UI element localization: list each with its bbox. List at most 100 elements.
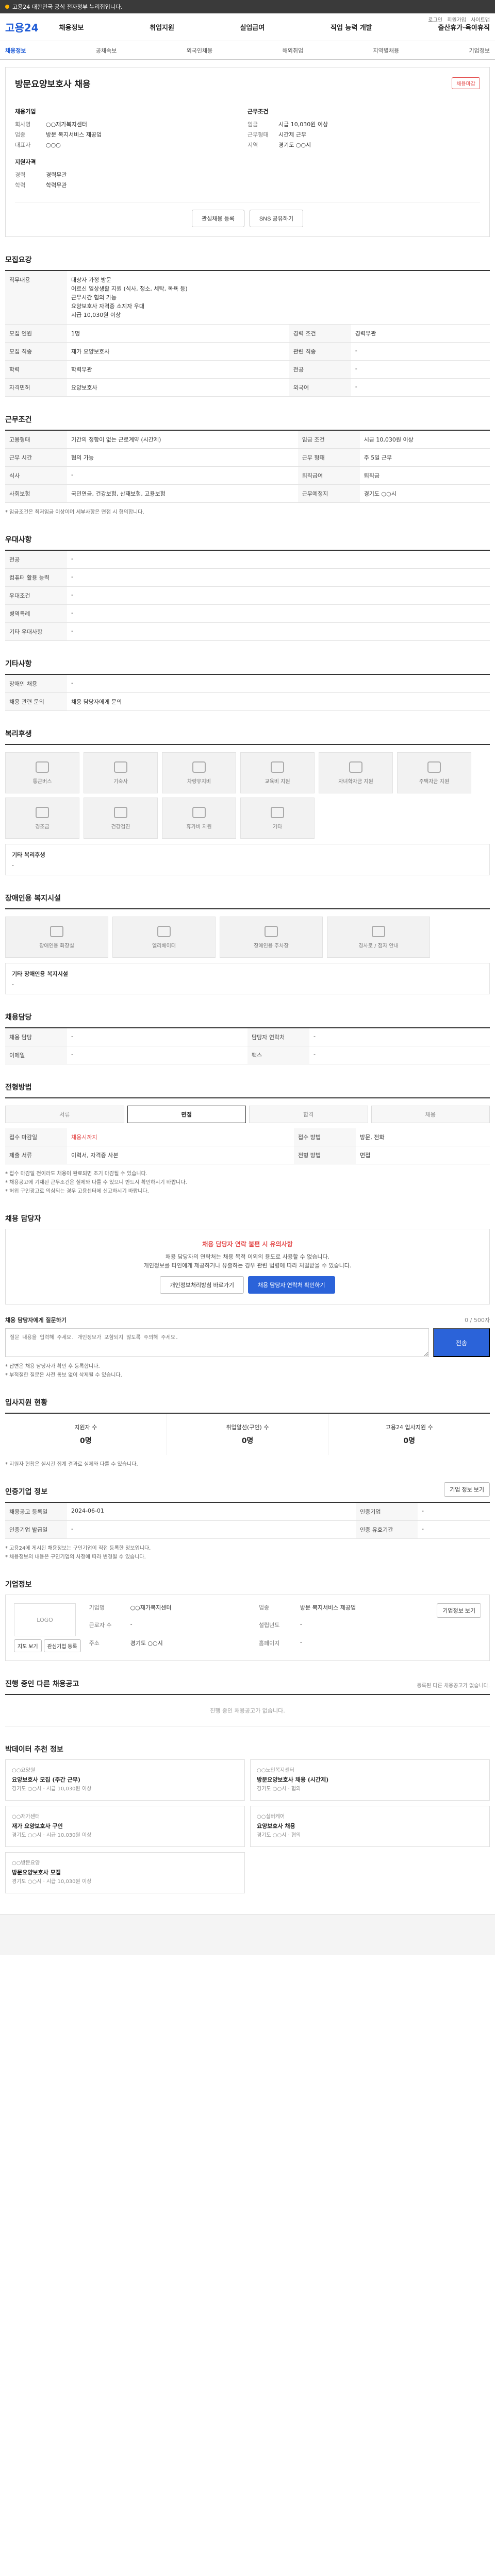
tile-label: 교육비 지원 <box>265 778 290 785</box>
nav-item-training[interactable]: 직업 능력 개발 <box>331 22 372 32</box>
recommend-card[interactable]: ○○재가센터 재가 요양보호사 구인 경기도 ○○시 · 시급 10,030원 이상 <box>5 1806 245 1847</box>
main-nav: 채용정보 취업지원 실업급여 직업 능력 개발 출산휴가·육아휴직 <box>59 22 490 32</box>
rec-company: ○○요양원 <box>12 1768 36 1773</box>
company-fields: 기업명 ○○재가복지센터 업종 방문 복지서비스 제공업 근로자 수- 설립년도 - … <box>89 1603 429 1652</box>
row-key: 근무예정지 <box>298 484 360 503</box>
rec-company: ○○실버케어 <box>257 1814 285 1820</box>
row-key: 접수 마감일 <box>5 1128 67 1146</box>
inquiry-send-button[interactable]: 전송 <box>433 1328 490 1357</box>
row-value: - <box>67 674 490 693</box>
row-value: - <box>351 342 490 361</box>
section-title-company: 기업정보 <box>5 1581 32 1589</box>
row-value: 채용시까지 <box>67 1128 294 1146</box>
nav-item-jobs[interactable]: 채용정보 <box>59 22 84 32</box>
tile-label: 경사로 / 점자 안내 <box>358 943 399 949</box>
row-key: 장애인 채용 <box>5 674 67 693</box>
row-value: 퇴직금 <box>359 466 490 485</box>
process-step: 합격 <box>249 1106 368 1123</box>
row-key: 퇴직급여 <box>298 466 360 485</box>
row-key: 근무 형태 <box>298 448 360 467</box>
recommend-card[interactable]: ○○방문요양 방문요양보호사 모집 경기도 ○○시 · 시급 10,030원 이상 <box>5 1852 245 1893</box>
row-value: 재가 요양보호사 <box>67 342 289 361</box>
recommend-card[interactable]: ○○노인복지센터 방문요양보호사 채용 (시간제) 경기도 ○○시 · 협의 <box>250 1759 490 1801</box>
login-link[interactable]: 로그인 <box>428 18 442 23</box>
section-title-process: 전형방법 <box>5 1083 32 1092</box>
tile-label: 휴가비 지원 <box>186 824 212 830</box>
row-key: 사회보험 <box>5 484 67 503</box>
row-value: - <box>418 1520 490 1539</box>
site-header: 고용24 채용정보 취업지원 실업급여 직업 능력 개발 출산휴가·육아휴직 로… <box>0 13 495 41</box>
process-steps: 서류 면접 합격 채용 <box>5 1097 490 1123</box>
facility-tile: 엘리베이터 <box>112 917 216 958</box>
privacy-button[interactable]: 개인정보처리방침 바로가기 <box>160 1276 244 1294</box>
vacation-icon <box>192 806 206 818</box>
row-value: 1명 <box>67 324 289 343</box>
subnav-public[interactable]: 공채속보 <box>96 46 117 55</box>
subnav-company[interactable]: 기업정보 <box>469 46 489 55</box>
facility-note-text: - <box>12 981 14 988</box>
stat-online: 고용24 입사지원 수 0명 <box>328 1414 490 1455</box>
note-line: * 허위 구인광고로 의심되는 경우 고용센터에 신고하시기 바랍니다. <box>5 1189 149 1194</box>
tile-label: 장애인용 주차장 <box>254 943 289 949</box>
util-links: 로그인 회원가입 사이트맵 <box>425 15 490 23</box>
rec-company: ○○재가센터 <box>12 1814 40 1820</box>
subnav-regional[interactable]: 지역별채용 <box>373 46 400 55</box>
kv-value: 경력무관 <box>46 172 67 178</box>
note-line: * 고용24에 게시된 채용정보는 구인기업이 직접 등록한 정보입니다. <box>5 1546 151 1551</box>
tile-label: 경조금 <box>35 824 50 830</box>
follow-company-button[interactable]: 관심기업 등록 <box>43 1639 81 1652</box>
kv-key: 경력 <box>15 172 26 178</box>
inquiry-input[interactable] <box>5 1328 429 1357</box>
view-contact-button[interactable]: 채용 담당자 연락처 확인하기 <box>248 1276 335 1294</box>
rec-title[interactable]: 방문요양보호사 모집 <box>12 1868 238 1877</box>
rec-title[interactable]: 방문요양보호사 채용 (시간제) <box>257 1775 483 1785</box>
tile-label: 기숙사 <box>113 778 128 785</box>
tile-label: 장애인용 화장실 <box>39 943 74 949</box>
recommend-card[interactable]: ○○실버케어 요양보호사 채용 경기도 ○○시 · 협의 <box>250 1806 490 1847</box>
recommend-card[interactable]: ○○요양원 요양보호사 모집 (주간 근무) 경기도 ○○시 · 시급 10,030… <box>5 1759 245 1801</box>
subnav-overseas[interactable]: 해외취업 <box>283 46 303 55</box>
row-key: 고용형태 <box>5 430 67 449</box>
row-key: 채용 관련 문의 <box>5 692 67 711</box>
rec-title[interactable]: 요양보호사 채용 <box>257 1822 483 1831</box>
kv-value: ○○○ <box>46 142 61 148</box>
company-detail-button[interactable]: 기업 정보 보기 <box>444 1482 490 1497</box>
condition-heading: 근무조건 <box>248 108 269 115</box>
kv-value: 시급 10,030원 이상 <box>278 121 328 128</box>
row-key: 팩스 <box>248 1046 309 1064</box>
process-step-active: 면접 <box>127 1106 246 1123</box>
note-line: * 부적절한 질문은 사전 통보 없이 삭제될 수 있습니다. <box>5 1372 122 1378</box>
site-logo[interactable]: 고용24 <box>5 20 39 35</box>
stat-referrals: 취업알선(구인) 수 0명 <box>167 1414 329 1455</box>
sitemap-link[interactable]: 사이트맵 <box>471 18 490 23</box>
signup-link[interactable]: 회원가입 <box>447 18 466 23</box>
scrap-button[interactable]: 관심채용 등록 <box>192 210 244 227</box>
subnav-foreign[interactable]: 외국인채용 <box>187 46 213 55</box>
field-key: 설립년도 <box>258 1622 280 1629</box>
rec-title[interactable]: 요양보호사 모집 (주간 근무) <box>12 1775 238 1785</box>
stat-value: 0명 <box>241 1437 254 1445</box>
nav-item-leave[interactable]: 출산휴가·육아휴직 <box>438 22 490 32</box>
field-key: 주소 <box>89 1639 100 1647</box>
rec-title[interactable]: 재가 요양보호사 구인 <box>12 1822 238 1831</box>
nav-item-unemployment[interactable]: 실업급여 <box>240 22 265 32</box>
restroom-icon <box>50 925 63 937</box>
row-key: 접수 방법 <box>294 1128 356 1146</box>
nav-item-employment-support[interactable]: 취업지원 <box>150 22 174 32</box>
section-title-recommend: 박데이터 추천 정보 <box>5 1745 63 1754</box>
field-key: 기업명 <box>89 1604 105 1611</box>
row-key: 인증 유효기간 <box>356 1520 418 1539</box>
summary-table: 직무내용 대상자 가정 방문 어르신 일상생활 지원 (식사, 청소, 세탁, 목… <box>5 270 490 397</box>
kv-value: 방문 복지서비스 제공업 <box>46 131 102 138</box>
inquiry-title: 채용 담당자에게 질문하기 <box>5 1317 67 1324</box>
subnav-jobs[interactable]: 채용정보 <box>5 46 26 55</box>
company-logo: LOGO <box>14 1603 76 1636</box>
share-button[interactable]: SNS 공유하기 <box>249 210 303 227</box>
row-key: 기타 우대사항 <box>5 622 67 641</box>
map-button[interactable]: 지도 보기 <box>14 1639 42 1652</box>
company-info-button[interactable]: 기업정보 보기 <box>437 1603 481 1618</box>
row-value: - <box>67 1520 356 1539</box>
desc-label: 직무내용 <box>5 270 67 325</box>
tile-label: 차량유지비 <box>187 778 211 785</box>
tile-label: 기타 <box>272 824 283 830</box>
